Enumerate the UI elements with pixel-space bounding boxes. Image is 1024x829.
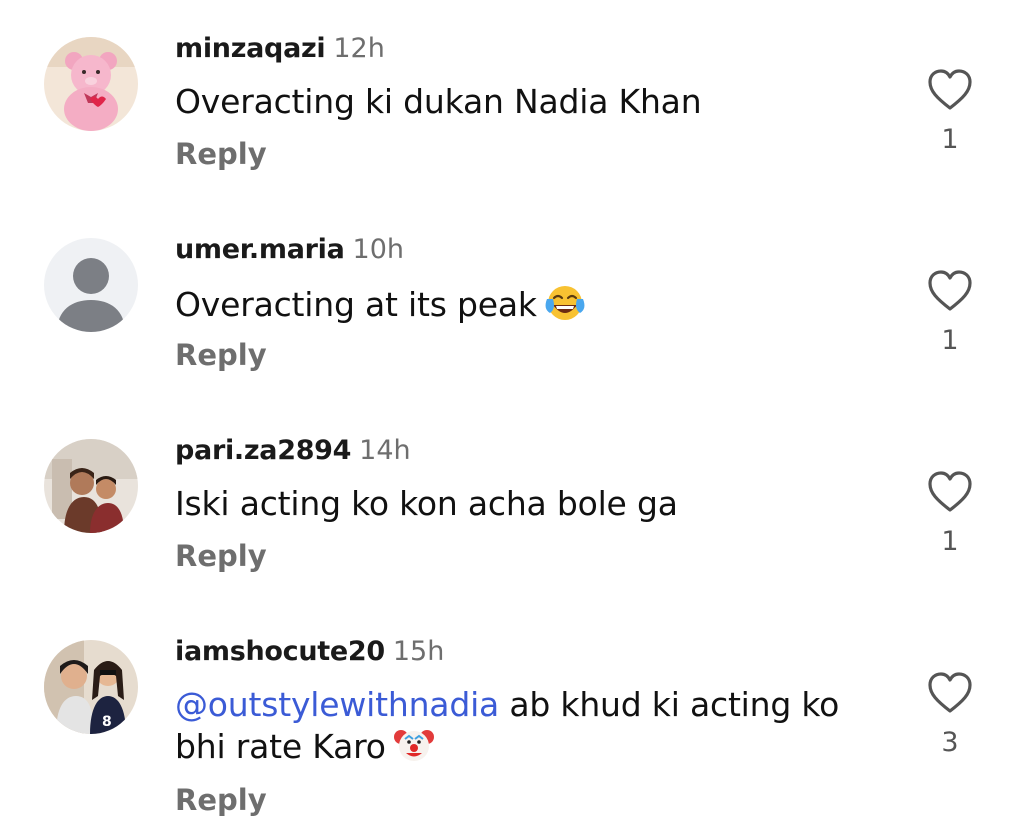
- like-count: 1: [941, 526, 959, 557]
- username[interactable]: pari.za2894: [175, 435, 351, 466]
- avatar[interactable]: 8: [44, 640, 138, 734]
- timestamp: 15h: [392, 636, 445, 667]
- reply-button[interactable]: Reply: [175, 783, 267, 817]
- comment-item: 8 iamshocute20 15h @outstylewithnadia ab …: [0, 603, 1024, 829]
- heart-icon: [928, 471, 972, 512]
- username[interactable]: iamshocute20: [175, 636, 385, 667]
- comment-meta: pari.za2894 14h: [175, 434, 411, 468]
- comment-body: Iski acting ko kon acha bole ga: [175, 484, 678, 523]
- clown-face-emoji-icon: [392, 725, 436, 774]
- comment-item: umer.maria 10h Overacting at its peak Rep…: [0, 201, 1024, 401]
- comment-meta: umer.maria 10h: [175, 233, 404, 267]
- like-count: 3: [941, 727, 959, 758]
- tears-of-joy-emoji-icon: [543, 283, 587, 332]
- heart-icon: [928, 672, 972, 713]
- comment-item: minzaqazi 12h Overacting ki dukan Nadia K…: [0, 0, 1024, 200]
- username[interactable]: umer.maria: [175, 234, 345, 265]
- comment-meta: iamshocute20 15h: [175, 635, 444, 669]
- comment-text: Overacting at its peak: [175, 283, 895, 332]
- timestamp: 14h: [359, 435, 411, 466]
- comment-text: @outstylewithnadia ab khud ki acting ko …: [175, 685, 895, 774]
- reply-button[interactable]: Reply: [175, 539, 267, 573]
- comment-body: Overacting ki dukan Nadia Khan: [175, 82, 702, 121]
- comment-item: pari.za2894 14h Iski acting ko kon acha b…: [0, 402, 1024, 602]
- svg-text:8: 8: [102, 714, 112, 730]
- like-button[interactable]: [925, 66, 975, 114]
- teddy-bear-icon: [44, 37, 138, 131]
- username[interactable]: minzaqazi: [175, 33, 326, 64]
- comment-meta: minzaqazi 12h: [175, 32, 385, 66]
- avatar[interactable]: [44, 439, 138, 533]
- avatar[interactable]: [44, 37, 138, 131]
- reply-button[interactable]: Reply: [175, 338, 267, 372]
- avatar[interactable]: [44, 238, 138, 332]
- comment-text: Overacting ki dukan Nadia Khan: [175, 82, 895, 122]
- photo-avatar-icon: [44, 439, 138, 533]
- heart-icon: [928, 270, 972, 311]
- comment-text: Iski acting ko kon acha bole ga: [175, 484, 895, 524]
- comment-body: Overacting at its peak: [175, 285, 537, 324]
- timestamp: 10h: [352, 234, 405, 265]
- like-button[interactable]: [925, 669, 975, 717]
- photo-avatar-icon: 8: [44, 640, 138, 734]
- mention-link[interactable]: @outstylewithnadia: [175, 685, 499, 724]
- like-count: 1: [941, 124, 959, 155]
- heart-icon: [928, 69, 972, 110]
- reply-button[interactable]: Reply: [175, 137, 267, 171]
- timestamp: 12h: [333, 33, 385, 64]
- default-user-icon: [44, 238, 138, 332]
- like-count: 1: [941, 325, 959, 356]
- like-button[interactable]: [925, 267, 975, 315]
- like-button[interactable]: [925, 468, 975, 516]
